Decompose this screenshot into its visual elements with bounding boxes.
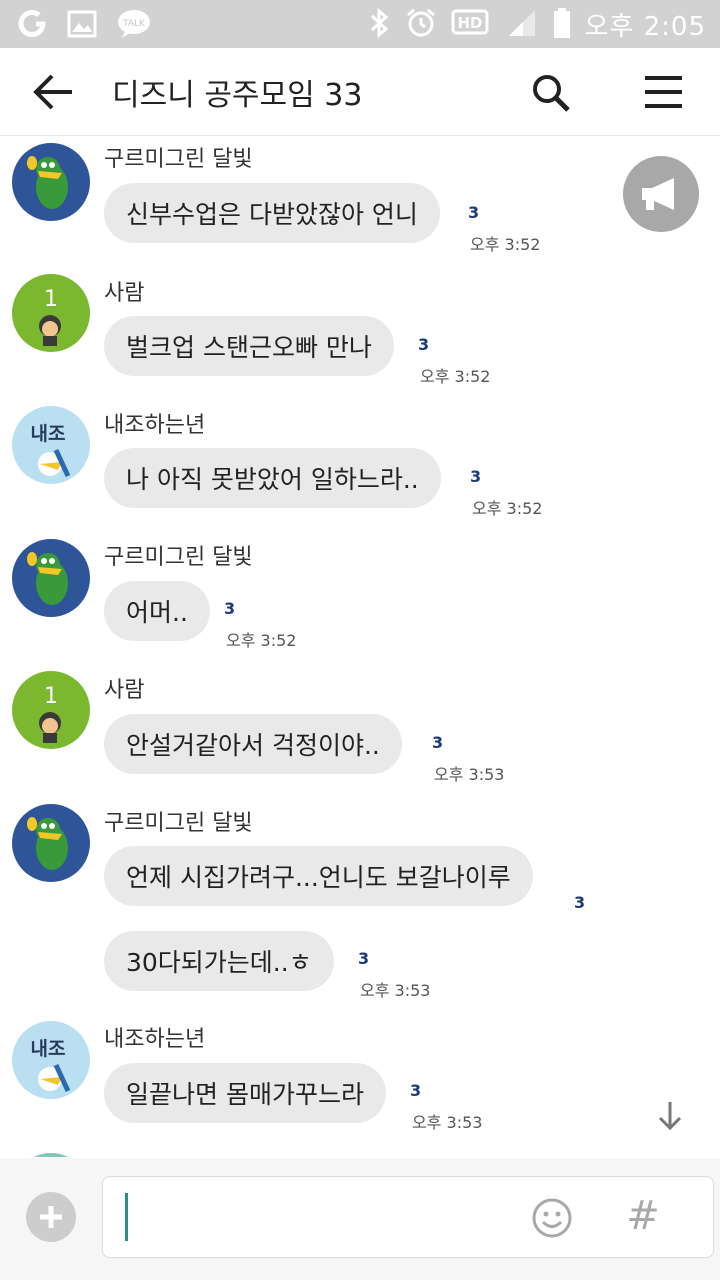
megaphone-icon — [642, 178, 674, 210]
back-button[interactable] — [30, 70, 78, 114]
attach-button[interactable] — [26, 1192, 76, 1242]
menu-button[interactable] — [640, 72, 688, 112]
unread-count: 3 — [468, 203, 480, 222]
message-bubble[interactable]: 안설거같아서 걱정이야.. — [104, 714, 402, 774]
emoji-button[interactable] — [531, 1197, 573, 1239]
notice-button[interactable] — [623, 156, 699, 232]
avatar-label: 내조 — [31, 1038, 66, 1060]
gallery-icon — [66, 8, 98, 40]
sender-name: 사람 — [104, 678, 145, 703]
sender-name: 사람 — [104, 281, 145, 306]
signal-icon — [505, 8, 539, 42]
sender-name: 구르미그린 달빛 — [104, 147, 253, 172]
message-bubble[interactable]: 어머.. — [104, 581, 210, 641]
unread-count: 3 — [418, 335, 430, 354]
message-input[interactable]: # — [102, 1176, 714, 1258]
message-time: 오후 3:53 — [434, 765, 505, 784]
message-time: 오후 3:52 — [226, 631, 297, 650]
avatar[interactable]: 1 — [12, 274, 90, 352]
message-time: 오후 3:52 — [472, 499, 543, 518]
message-bubble[interactable]: 일끝나면 몸매가꾸느라 — [104, 1063, 386, 1123]
kakao-friend-avatar-icon: 1 — [39, 287, 61, 346]
message-bubble[interactable]: 30다되가는데..ㅎ — [104, 931, 334, 991]
chat-room-title: 디즈니 공주모임 33 — [112, 78, 363, 113]
unread-count: 3 — [574, 893, 586, 912]
hashtag-search-button[interactable]: # — [623, 1193, 663, 1239]
duck-avatar-icon: 내조 — [31, 423, 71, 478]
message-bubble[interactable]: 벌크업 스탠근오빠 만나 — [104, 316, 394, 376]
avatar-label: 1 — [44, 684, 58, 709]
message-input-bar: # — [0, 1158, 720, 1280]
alarm-icon — [405, 7, 437, 43]
search-icon — [533, 75, 570, 112]
avatar[interactable]: 내조 — [12, 1021, 90, 1099]
unread-count: 3 — [224, 599, 236, 618]
unread-count: 3 — [432, 733, 444, 752]
message-bubble[interactable]: 나 아직 못받았어 일하느라.. — [104, 448, 441, 508]
hd-label: HD — [457, 14, 482, 32]
kakao-friend-avatar-icon: 1 — [39, 684, 61, 743]
avatar-label: 내조 — [31, 423, 66, 445]
olleh-icon — [16, 8, 48, 40]
avatar[interactable]: 내조 — [12, 406, 90, 484]
message-bubble[interactable]: 신부수업은 다받았잖아 언니 — [104, 183, 440, 243]
search-button[interactable] — [528, 70, 576, 118]
arrow-down-icon — [658, 1102, 682, 1131]
duck-avatar-icon: 내조 — [31, 1038, 71, 1093]
text-cursor — [125, 1193, 128, 1241]
status-time: 오후 2:05 — [584, 12, 706, 42]
unread-count: 3 — [358, 949, 370, 968]
sender-name: 내조하는년 — [104, 1027, 206, 1052]
plus-icon — [40, 1206, 62, 1228]
hd-icon: HD — [451, 8, 491, 42]
bluetooth-icon — [367, 7, 391, 43]
avatar[interactable] — [12, 539, 90, 617]
chat-header: 디즈니 공주모임 33 — [0, 48, 720, 136]
message-bubble[interactable]: 언제 시집가려구...언니도 보갈나이루 — [104, 846, 533, 906]
avatar[interactable] — [12, 143, 90, 221]
status-bar: TALK HD 오후 2:05 — [0, 0, 720, 48]
message-time: 오후 3:52 — [420, 367, 491, 386]
scroll-to-bottom-button[interactable] — [650, 1096, 690, 1136]
emoji-icon — [532, 1198, 572, 1238]
back-arrow-icon — [33, 74, 72, 110]
crocodile-avatar-icon — [27, 817, 68, 870]
avatar[interactable] — [12, 804, 90, 882]
sender-name: 내조하는년 — [104, 413, 206, 438]
message-time: 오후 3:52 — [470, 235, 541, 254]
sender-name: 구르미그린 달빛 — [104, 545, 253, 570]
unread-count: 3 — [470, 467, 482, 486]
crocodile-avatar-icon — [27, 552, 68, 605]
avatar[interactable] — [12, 1153, 90, 1157]
unread-count: 3 — [410, 1081, 422, 1100]
crocodile-avatar-icon — [27, 156, 68, 209]
avatar[interactable]: 1 — [12, 671, 90, 749]
message-time: 오후 3:53 — [360, 981, 431, 1000]
hamburger-menu-icon — [645, 76, 682, 108]
sender-name: 구르미그린 달빛 — [104, 811, 253, 836]
kakaotalk-icon: TALK — [116, 8, 152, 40]
avatar-label: 1 — [44, 287, 58, 312]
message-time: 오후 3:53 — [412, 1113, 483, 1132]
battery-icon — [553, 7, 571, 43]
message-list[interactable]: 구르미그린 달빛 신부수업은 다받았잖아 언니 3 오후 3:52 1 사람 벌… — [0, 137, 720, 1157]
talk-badge-label: TALK — [122, 19, 146, 29]
